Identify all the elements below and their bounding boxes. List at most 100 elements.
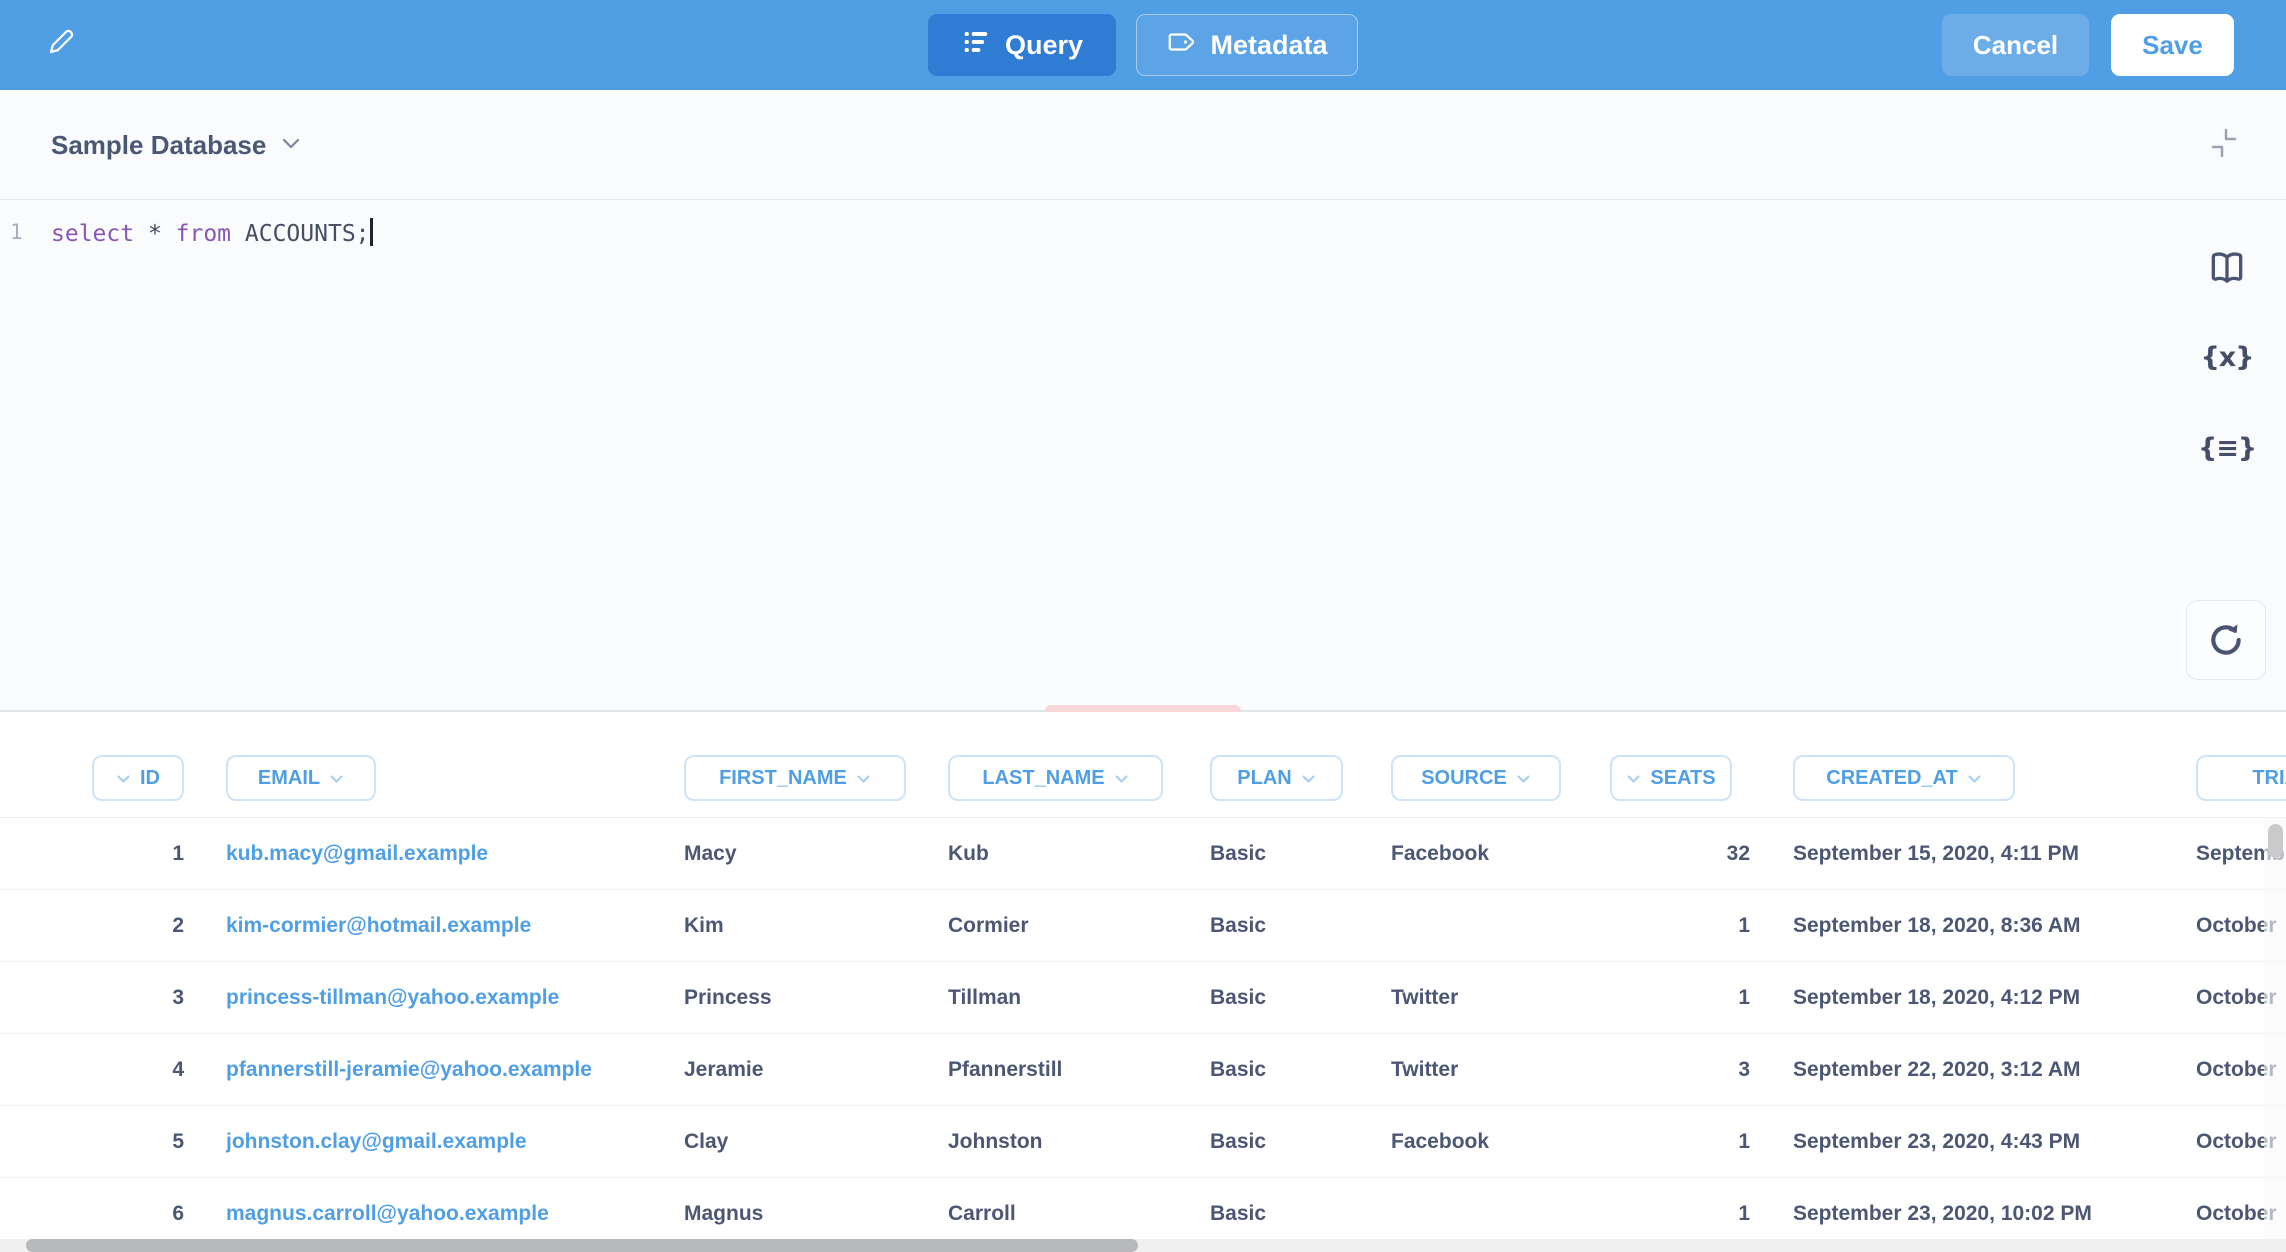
table-row: 1kub.macy@gmail.exampleMacyKubBasicFaceb…: [0, 818, 2286, 890]
column-header-label: FIRST_NAME: [719, 767, 847, 790]
table-row: 2 kim-cormier@hotmail.exampleKimCormierBa…: [0, 890, 2286, 962]
cell-last_name[interactable]: Kub: [948, 818, 1204, 890]
line-number: 1: [10, 220, 23, 244]
cell-last_name[interactable]: Tillman: [948, 962, 1204, 1034]
cell-id[interactable]: 2: [64, 890, 184, 962]
cell-seats[interactable]: 1: [1550, 1106, 1750, 1178]
table-body: 1kub.macy@gmail.exampleMacyKubBasicFaceb…: [0, 818, 2286, 1250]
cell-first_name[interactable]: Princess: [684, 962, 940, 1034]
column-header-last_name[interactable]: LAST_NAME: [948, 755, 1163, 801]
column-header-email[interactable]: EMAIL: [226, 755, 376, 801]
cell-plan[interactable]: Basic: [1210, 962, 1385, 1034]
topbar-actions: Cancel Save: [1942, 14, 2234, 76]
cell-email[interactable]: johnston.clay@gmail.example: [226, 1106, 676, 1178]
variables-button[interactable]: {x}: [2204, 334, 2250, 380]
cell-id[interactable]: 4: [64, 1034, 184, 1106]
collapse-icon: [2205, 124, 2243, 162]
horizontal-scrollbar-thumb[interactable]: [26, 1239, 1138, 1252]
tab-metadata-label: Metadata: [1210, 30, 1327, 61]
cancel-button[interactable]: Cancel: [1942, 14, 2089, 76]
chevron-down-icon: [329, 767, 344, 790]
cell-id[interactable]: 5: [64, 1106, 184, 1178]
refresh-query-button[interactable]: [2186, 600, 2266, 680]
sql-code-line[interactable]: select * from ACCOUNTS;: [51, 218, 373, 247]
database-name: Sample Database: [51, 130, 266, 161]
cell-id[interactable]: 1: [64, 818, 184, 890]
sql-token: from: [176, 221, 245, 247]
tab-metadata[interactable]: Metadata: [1136, 14, 1358, 76]
save-button[interactable]: Save: [2111, 14, 2234, 76]
column-header-first_name[interactable]: FIRST_NAME: [684, 755, 906, 801]
native-query-editor-screen: Query Metadata Cancel Save Sample Databa…: [0, 0, 2286, 1252]
column-header-label: CREATED_AT: [1826, 767, 1957, 790]
query-results-table: ID EMAIL FIRST_NAME LAST_NAME PLAN SOURCE SEAT…: [0, 712, 2286, 1252]
cell-created_at[interactable]: September 15, 2020, 4:11 PM: [1793, 818, 2189, 890]
vertical-scrollbar[interactable]: [2264, 818, 2286, 1239]
cell-seats[interactable]: 1: [1550, 962, 1750, 1034]
column-header-source[interactable]: SOURCE: [1391, 755, 1561, 801]
column-header-label: SEATS: [1650, 767, 1715, 790]
column-header-plan[interactable]: PLAN: [1210, 755, 1343, 801]
cell-first_name[interactable]: Clay: [684, 1106, 940, 1178]
cell-seats[interactable]: 1: [1550, 890, 1750, 962]
editor-mode-tabs: Query Metadata: [928, 14, 1358, 76]
chevron-down-icon: [1967, 767, 1982, 790]
text-cursor: [370, 218, 373, 246]
chevron-down-icon: [1114, 767, 1129, 790]
sql-editor-section: Sample Database 1 select * from ACCOUNTS…: [0, 90, 2286, 712]
column-header-label: PLAN: [1237, 767, 1291, 790]
vertical-scrollbar-thumb[interactable]: [2268, 824, 2283, 858]
cell-created_at[interactable]: September 18, 2020, 4:12 PM: [1793, 962, 2189, 1034]
cell-created_at[interactable]: September 22, 2020, 3:12 AM: [1793, 1034, 2189, 1106]
column-header-created_at[interactable]: CREATED_AT: [1793, 755, 2015, 801]
sql-token: *: [148, 221, 176, 247]
cell-created_at[interactable]: September 18, 2020, 8:36 AM: [1793, 890, 2189, 962]
cell-created_at[interactable]: September 23, 2020, 4:43 PM: [1793, 1106, 2189, 1178]
cell-plan[interactable]: Basic: [1210, 1106, 1385, 1178]
cell-plan[interactable]: Basic: [1210, 890, 1385, 962]
chevron-down-icon: [1301, 767, 1316, 790]
pencil-icon: [46, 27, 76, 62]
list-icon: [961, 27, 991, 64]
snippets-button[interactable]: {≡}: [2204, 425, 2250, 471]
cell-seats[interactable]: 3: [1550, 1034, 1750, 1106]
chevron-down-icon: [1516, 767, 1531, 790]
book-icon: [2207, 250, 2247, 287]
cell-first_name[interactable]: Macy: [684, 818, 940, 890]
cell-email[interactable]: kim-cormier@hotmail.example: [226, 890, 676, 962]
horizontal-scrollbar[interactable]: [0, 1239, 2286, 1252]
table-row: 5 johnston.clay@gmail.exampleClayJohnston…: [0, 1106, 2286, 1178]
cell-last_name[interactable]: Johnston: [948, 1106, 1204, 1178]
cell-last_name[interactable]: Cormier: [948, 890, 1204, 962]
column-header-label: SOURCE: [1421, 767, 1507, 790]
cell-email[interactable]: princess-tillman@yahoo.example: [226, 962, 676, 1034]
column-header-seats[interactable]: SEATS: [1610, 755, 1732, 801]
column-header-id[interactable]: ID: [92, 755, 184, 801]
cell-id[interactable]: 3: [64, 962, 184, 1034]
table-header-row: ID EMAIL FIRST_NAME LAST_NAME PLAN SOURCE SEAT…: [0, 712, 2286, 818]
chevron-down-icon: [282, 136, 300, 154]
cell-last_name[interactable]: Pfannerstill: [948, 1034, 1204, 1106]
sql-token: select: [51, 221, 148, 247]
sql-token: ACCOUNTS;: [245, 221, 370, 247]
column-header-label: LAST_NAME: [982, 767, 1104, 790]
cell-email[interactable]: pfannerstill-jeramie@yahoo.example: [226, 1034, 676, 1106]
cell-first_name[interactable]: Kim: [684, 890, 940, 962]
column-header-label: EMAIL: [258, 767, 320, 790]
cell-plan[interactable]: Basic: [1210, 1034, 1385, 1106]
column-header-trial_e[interactable]: TRIAL_E: [2196, 755, 2286, 801]
chevron-down-icon: [856, 767, 871, 790]
topbar: Query Metadata Cancel Save: [0, 0, 2286, 90]
data-reference-button[interactable]: [2204, 245, 2250, 291]
tab-query[interactable]: Query: [928, 14, 1116, 76]
cell-plan[interactable]: Basic: [1210, 818, 1385, 890]
tab-query-label: Query: [1005, 30, 1083, 61]
tag-icon: [1166, 27, 1196, 64]
chevron-down-icon: [1626, 767, 1641, 790]
cell-email[interactable]: kub.macy@gmail.example: [226, 818, 676, 890]
database-picker[interactable]: Sample Database: [51, 90, 300, 200]
collapse-editor-button[interactable]: [2202, 122, 2246, 166]
cell-first_name[interactable]: Jeramie: [684, 1034, 940, 1106]
cell-seats[interactable]: 32: [1550, 818, 1750, 890]
sql-code-row: 1 select * from ACCOUNTS;: [0, 214, 2286, 250]
